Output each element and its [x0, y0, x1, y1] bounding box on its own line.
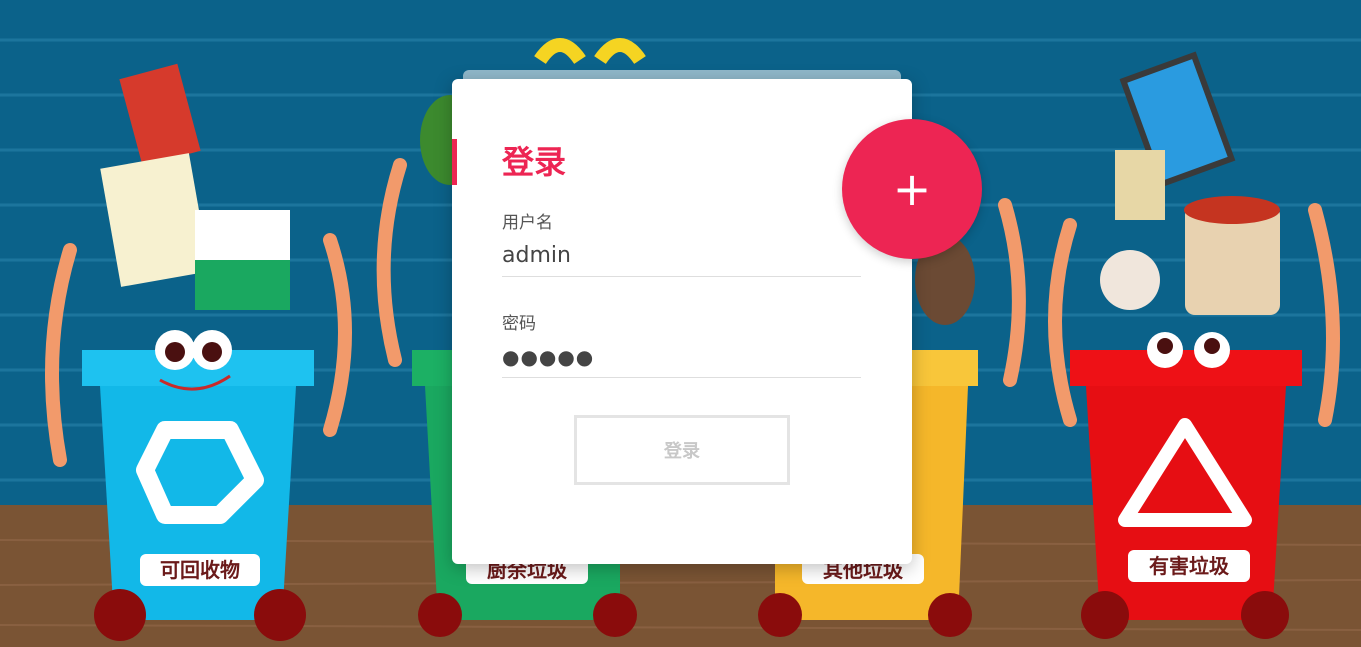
- password-input[interactable]: [502, 336, 861, 378]
- password-field-group: 密码: [502, 312, 861, 378]
- login-button[interactable]: 登录: [574, 415, 790, 485]
- login-title: 登录: [502, 143, 567, 181]
- username-input[interactable]: [502, 235, 861, 277]
- password-label: 密码: [502, 314, 536, 334]
- username-field-group: 用户名: [502, 211, 861, 277]
- bin-label-hazardous: 有害垃圾: [1128, 550, 1250, 582]
- login-card: 登录 用户名 密码 登录: [452, 79, 912, 564]
- bin-label-recyclable: 可回收物: [140, 554, 260, 586]
- register-toggle-button[interactable]: +: [842, 119, 982, 259]
- username-label: 用户名: [502, 213, 553, 233]
- title-accent-bar: [452, 139, 457, 185]
